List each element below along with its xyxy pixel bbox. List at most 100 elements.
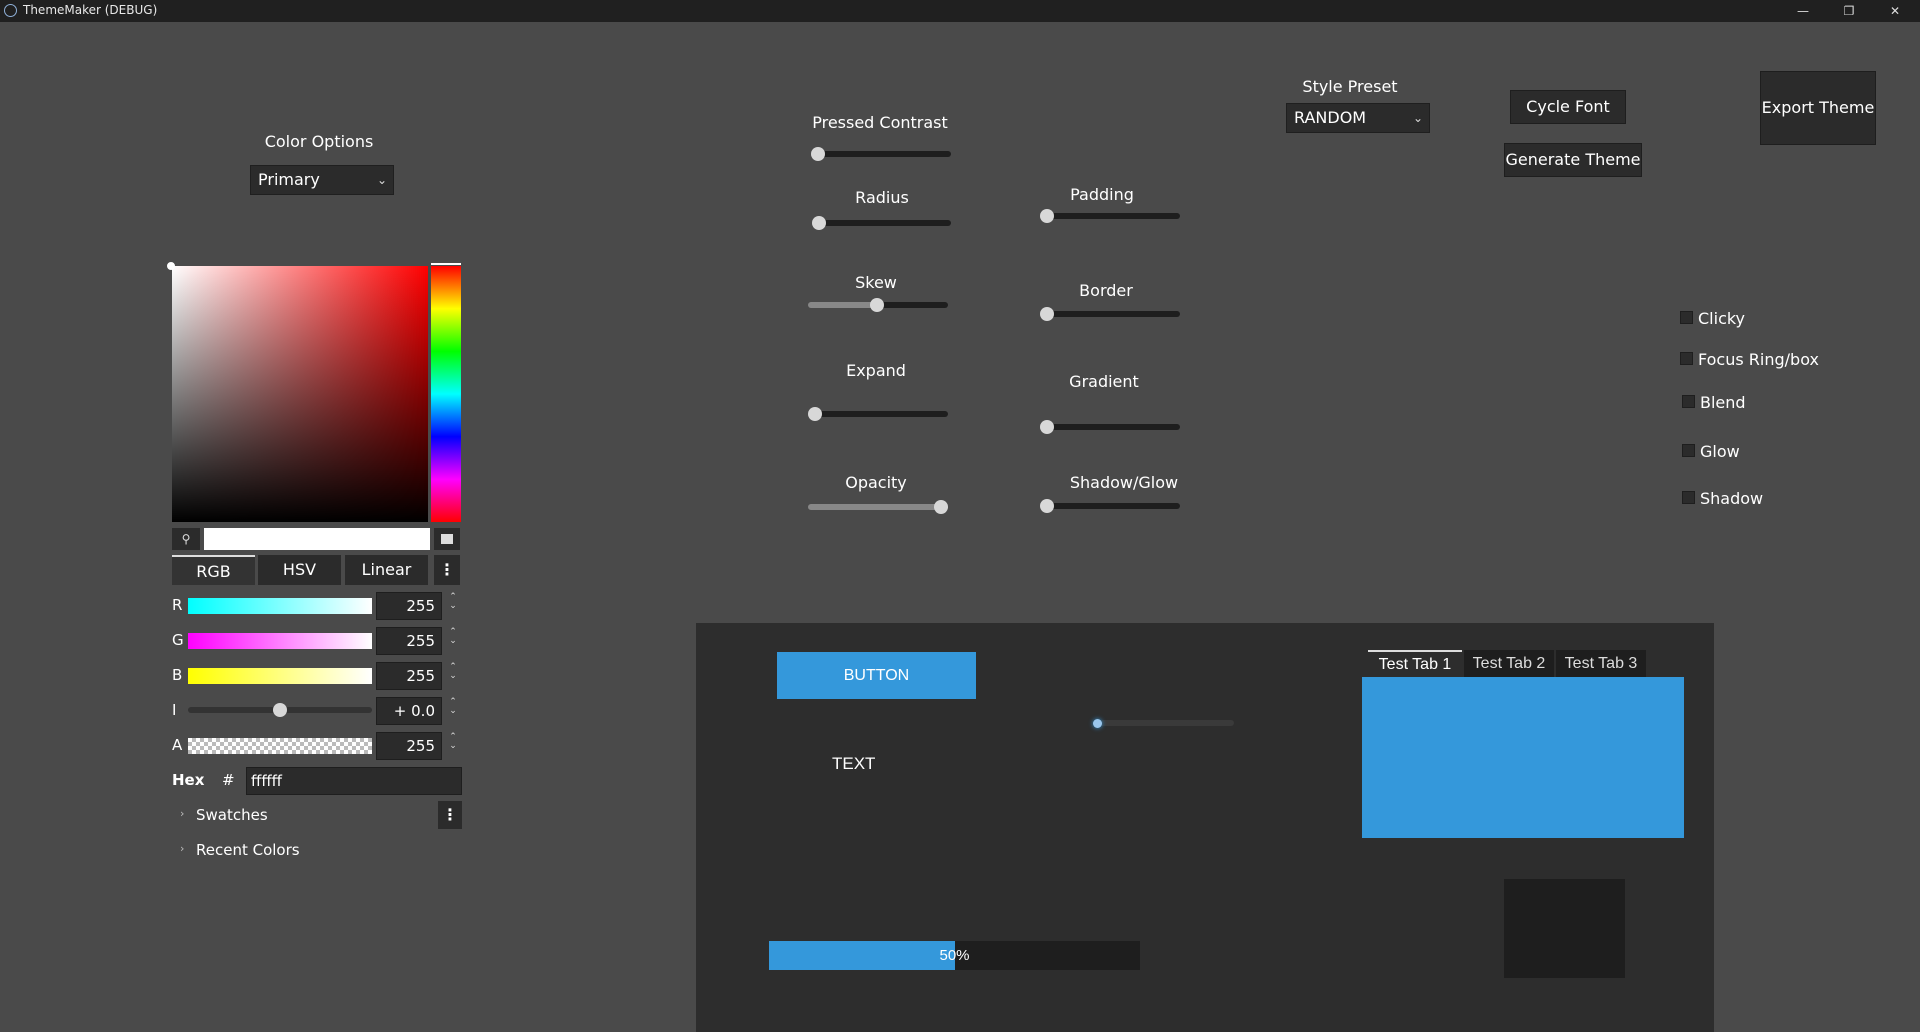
pressed-contrast-label: Pressed Contrast bbox=[812, 113, 948, 132]
glow-checkbox[interactable] bbox=[1682, 444, 1695, 457]
opacity-thumb[interactable] bbox=[934, 500, 948, 514]
generate-theme-button[interactable]: Generate Theme bbox=[1504, 143, 1642, 177]
clicky-label: Clicky bbox=[1698, 309, 1746, 328]
tab-content bbox=[1362, 677, 1684, 838]
shadow-glow-slider[interactable] bbox=[1042, 503, 1180, 509]
test-tab-2[interactable]: Test Tab 2 bbox=[1464, 650, 1554, 677]
pressed-contrast-slider[interactable] bbox=[812, 151, 951, 157]
gradient-thumb[interactable] bbox=[1040, 420, 1054, 434]
hue-bar[interactable] bbox=[431, 266, 461, 522]
test-tab-3[interactable]: Test Tab 3 bbox=[1556, 650, 1646, 677]
glow-label: Glow bbox=[1700, 442, 1740, 461]
tab-linear[interactable]: Linear bbox=[345, 555, 428, 585]
shadow-label: Shadow bbox=[1700, 489, 1764, 508]
gradient-label: Gradient bbox=[1069, 372, 1139, 391]
saturation-value-square[interactable] bbox=[172, 266, 428, 522]
border-label: Border bbox=[1079, 281, 1133, 300]
preview-progress-bar: 50% bbox=[769, 941, 1140, 970]
channel-g-spinner[interactable]: ⌃ ⌄ bbox=[448, 628, 458, 646]
radius-slider[interactable] bbox=[812, 220, 951, 226]
padding-label: Padding bbox=[1070, 185, 1134, 204]
swatches-options-button[interactable]: ⋮ bbox=[438, 801, 462, 829]
channel-r-spinner[interactable]: ⌃ ⌄ bbox=[448, 593, 458, 611]
channel-b-slider[interactable] bbox=[188, 668, 372, 684]
channel-a-label: A bbox=[172, 736, 183, 754]
tab-hsv[interactable]: HSV bbox=[258, 555, 341, 585]
skew-thumb[interactable] bbox=[870, 298, 884, 312]
tab-rgb[interactable]: RGB bbox=[172, 555, 255, 585]
border-thumb[interactable] bbox=[1040, 307, 1054, 321]
gradient-slider[interactable] bbox=[1042, 424, 1180, 430]
color-options-value: Primary bbox=[258, 170, 320, 189]
channel-g-slider[interactable] bbox=[188, 633, 372, 649]
shadow-checkbox[interactable] bbox=[1682, 491, 1695, 504]
shadow-glow-thumb[interactable] bbox=[1040, 499, 1054, 513]
color-options-dropdown[interactable]: Primary ⌄ bbox=[250, 165, 394, 195]
expand-label: Expand bbox=[846, 361, 906, 380]
radius-label: Radius bbox=[855, 188, 909, 207]
color-preview bbox=[204, 528, 430, 550]
channel-i-spinner[interactable]: ⌃ ⌄ bbox=[448, 698, 458, 716]
hex-input[interactable]: ffffff bbox=[246, 767, 462, 795]
channel-i-label: I bbox=[172, 701, 177, 719]
blend-label: Blend bbox=[1700, 393, 1746, 412]
skew-label: Skew bbox=[855, 273, 897, 292]
hex-label: Hex bbox=[172, 771, 205, 789]
export-theme-button[interactable]: Export Theme bbox=[1760, 71, 1876, 145]
sv-cursor[interactable] bbox=[167, 262, 175, 270]
swatches-chevron-icon[interactable]: › bbox=[180, 807, 184, 820]
preview-panel: BUTTON TEXT Test Tab 1 Test Tab 2 Test T… bbox=[696, 623, 1714, 1032]
swatches-header[interactable]: Swatches bbox=[196, 806, 268, 824]
window-title: ThemeMaker (DEBUG) bbox=[23, 3, 158, 17]
channel-b-spinner[interactable]: ⌃ ⌄ bbox=[448, 663, 458, 681]
channel-a-spinner[interactable]: ⌃ ⌄ bbox=[448, 733, 458, 751]
channel-b-input[interactable]: 255 bbox=[376, 662, 442, 690]
app-icon bbox=[4, 4, 17, 17]
restore-button[interactable]: ❐ bbox=[1826, 0, 1872, 22]
preview-button[interactable]: BUTTON bbox=[777, 652, 976, 699]
blend-checkbox[interactable] bbox=[1682, 395, 1695, 408]
padding-thumb[interactable] bbox=[1040, 209, 1054, 223]
preview-slider[interactable] bbox=[1094, 720, 1234, 726]
eyedropper-icon[interactable]: ⚲ bbox=[172, 528, 200, 550]
chevron-down-icon: ⌄ bbox=[1412, 111, 1423, 125]
border-slider[interactable] bbox=[1042, 311, 1180, 317]
radius-thumb[interactable] bbox=[812, 216, 826, 230]
recent-chevron-icon[interactable]: › bbox=[180, 842, 184, 855]
recent-colors-header[interactable]: Recent Colors bbox=[196, 841, 300, 859]
clicky-checkbox[interactable] bbox=[1680, 311, 1693, 324]
channel-i-input[interactable]: + 0.0 bbox=[376, 697, 442, 725]
channel-i-thumb[interactable] bbox=[273, 703, 287, 717]
focus-ring-label: Focus Ring/box bbox=[1698, 350, 1819, 369]
compare-icon bbox=[441, 534, 453, 544]
style-preset-dropdown[interactable]: RANDOM ⌄ bbox=[1286, 103, 1430, 133]
channel-a-slider[interactable] bbox=[188, 738, 372, 754]
style-preset-label: Style Preset bbox=[1302, 77, 1398, 96]
color-options-label: Color Options bbox=[264, 132, 374, 151]
channel-a-input[interactable]: 255 bbox=[376, 732, 442, 760]
expand-slider[interactable] bbox=[808, 411, 948, 417]
minimize-button[interactable]: — bbox=[1780, 0, 1826, 22]
cycle-font-button[interactable]: Cycle Font bbox=[1510, 90, 1626, 124]
channel-g-input[interactable]: 255 bbox=[376, 627, 442, 655]
channel-b-label: B bbox=[172, 666, 183, 684]
progress-label: 50% bbox=[939, 947, 970, 964]
padding-slider[interactable] bbox=[1042, 213, 1180, 219]
picker-options-button[interactable]: ⋮ bbox=[434, 555, 460, 585]
style-preset-value: RANDOM bbox=[1294, 108, 1367, 127]
shadow-glow-label: Shadow/Glow bbox=[1069, 473, 1179, 492]
channel-r-input[interactable]: 255 bbox=[376, 592, 442, 620]
channel-r-slider[interactable] bbox=[188, 598, 372, 614]
expand-thumb[interactable] bbox=[808, 407, 822, 421]
opacity-slider[interactable] bbox=[808, 504, 948, 510]
compare-toggle[interactable] bbox=[434, 528, 460, 550]
hue-cursor[interactable] bbox=[431, 263, 461, 265]
focus-ring-checkbox[interactable] bbox=[1680, 352, 1693, 365]
preview-slider-thumb[interactable] bbox=[1093, 719, 1102, 728]
opacity-label: Opacity bbox=[845, 473, 907, 492]
channel-r-label: R bbox=[172, 596, 183, 614]
close-button[interactable]: ✕ bbox=[1872, 0, 1918, 22]
test-tab-1[interactable]: Test Tab 1 bbox=[1368, 650, 1462, 679]
title-bar: ThemeMaker (DEBUG) — ❐ ✕ bbox=[0, 0, 1920, 22]
pressed-contrast-thumb[interactable] bbox=[811, 147, 825, 161]
